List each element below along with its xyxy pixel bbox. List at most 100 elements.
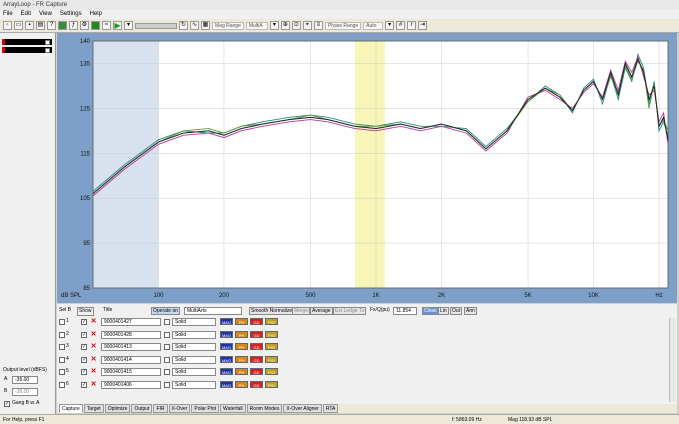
average-button[interactable]: Average [310, 307, 333, 315]
row-chip-pig[interactable]: PIG [265, 380, 278, 388]
row-title-field[interactable]: 9000401427 [101, 318, 161, 326]
row-chip-ph[interactable]: PH [235, 343, 248, 350]
row-chip-gd[interactable]: GD [250, 330, 263, 338]
chevron-down-icon[interactable]: ▾ [385, 21, 395, 30]
save-icon[interactable]: ▪ [25, 21, 34, 30]
output-a-field[interactable]: -36.00 [12, 376, 38, 384]
tab-x-over[interactable]: X-Over [168, 404, 191, 413]
show-label[interactable]: Show [77, 307, 94, 316]
tab-polar-plot[interactable]: Polar Plot [191, 404, 220, 413]
ann-button[interactable]: Ann [464, 307, 477, 315]
menu-view[interactable]: View [39, 10, 52, 19]
row-chip-mag[interactable]: MAG [220, 343, 233, 350]
output-b-field[interactable]: -36.00 [12, 388, 38, 396]
row-line-style-select[interactable]: Solid [172, 318, 216, 326]
tab-waterfall[interactable]: Waterfall [220, 404, 246, 413]
row-chip-mag[interactable]: MAG [220, 368, 233, 375]
marker-icon[interactable]: ⌖ [302, 21, 312, 30]
tab-optimize[interactable]: Optimize [104, 404, 131, 413]
row-show-checkbox[interactable]: ✓ [81, 319, 87, 325]
tab-target[interactable]: Target [83, 404, 104, 413]
row-select-checkbox[interactable] [59, 344, 65, 350]
row-chip-pig[interactable]: PIG [265, 330, 278, 338]
close-button[interactable]: Close [422, 307, 439, 315]
compare-icon[interactable]: ≡ [313, 21, 323, 30]
delete-icon[interactable]: ✕ [90, 343, 97, 350]
operate-on-button[interactable]: Operate on [151, 307, 181, 315]
row-chip-mag[interactable]: MAG [220, 330, 233, 338]
list-scrollbar[interactable] [669, 318, 676, 402]
chart-icon[interactable]: ▦ [201, 21, 210, 30]
delete-icon[interactable]: ✕ [90, 356, 97, 363]
row-chip-ph[interactable]: PH [235, 368, 248, 375]
row-option-checkbox[interactable] [164, 331, 170, 338]
row-chip-ph[interactable]: PH [235, 380, 248, 388]
meter-a-checkbox[interactable] [45, 40, 50, 45]
row-chip-pig[interactable]: PIG [265, 368, 278, 375]
row-chip-ph[interactable]: PH [235, 318, 248, 325]
row-select-checkbox[interactable] [59, 369, 65, 375]
row-option-checkbox[interactable] [164, 356, 170, 363]
chevron-down-icon[interactable]: ▾ [124, 21, 133, 30]
row-chip-mag[interactable]: MAG [220, 355, 233, 363]
menu-help[interactable]: Help [90, 10, 102, 19]
row-select-checkbox[interactable] [59, 381, 65, 388]
row-title-field[interactable]: 9000401414 [101, 355, 161, 364]
row-show-checkbox[interactable]: ✓ [81, 331, 87, 338]
delete-icon[interactable]: ✕ [90, 318, 97, 325]
gear-icon[interactable]: ⚙ [80, 21, 89, 30]
row-option-checkbox[interactable] [164, 344, 170, 350]
delete-icon[interactable]: ✕ [90, 331, 97, 338]
menu-edit[interactable]: Edit [21, 10, 31, 19]
row-option-checkbox[interactable] [164, 369, 170, 375]
row-chip-mag[interactable]: MAG [220, 380, 233, 388]
row-title-field[interactable]: 9000401415 [101, 368, 161, 376]
export-icon[interactable]: ⇥ [418, 21, 428, 30]
fx-value-field[interactable]: 11.854 [393, 307, 417, 315]
row-show-checkbox[interactable]: ✓ [81, 356, 87, 363]
out-button[interactable]: Out [450, 307, 463, 315]
row-title-field[interactable]: 9000401406 [101, 380, 161, 389]
crosshair-icon[interactable]: ⊕ [280, 21, 290, 30]
multi-arts-select[interactable]: MultiArts [184, 307, 242, 315]
phase-range-select[interactable]: Auto [363, 21, 384, 30]
loop-icon[interactable]: ↻ [179, 21, 188, 30]
row-option-checkbox[interactable] [164, 319, 170, 325]
menu-settings[interactable]: Settings [60, 10, 82, 19]
tab-rta[interactable]: RTA [322, 404, 339, 413]
delete-icon[interactable]: ✕ [90, 368, 97, 375]
row-chip-gd[interactable]: GD [250, 368, 263, 375]
row-select-checkbox[interactable] [59, 331, 65, 338]
row-option-checkbox[interactable] [164, 381, 170, 388]
level-slider[interactable] [135, 22, 177, 29]
tab-fir[interactable]: FIR [153, 404, 168, 413]
tab-output[interactable]: Output [131, 404, 153, 413]
delete-icon[interactable]: ✕ [90, 381, 97, 388]
rtc-icon[interactable]: r [407, 21, 417, 30]
row-chip-gd[interactable]: GD [250, 343, 263, 350]
tab-x-over-aligner[interactable]: X-Over Aligner [283, 404, 322, 413]
filter-icon[interactable]: ƒ [69, 21, 78, 30]
row-select-checkbox[interactable] [59, 356, 65, 363]
play-icon[interactable]: ▶ [113, 21, 122, 30]
menu-file[interactable]: File [3, 10, 13, 19]
row-chip-ph[interactable]: PH [235, 330, 248, 338]
smooth-normalize-button[interactable]: Smooth Normalize [249, 307, 295, 315]
new-file-icon[interactable]: ▫ [3, 21, 12, 30]
capture-icon[interactable] [58, 21, 67, 30]
row-line-style-select[interactable]: Solid [172, 380, 216, 389]
row-chip-mag[interactable]: MAG [220, 318, 233, 325]
grid-icon[interactable]: # [396, 21, 406, 30]
row-chip-gd[interactable]: GD [250, 318, 263, 325]
tab-capture[interactable]: Capture [59, 404, 83, 413]
merge-button[interactable]: Merge [292, 307, 311, 315]
row-chip-gd[interactable]: GD [250, 380, 263, 388]
row-line-style-select[interactable]: Solid [172, 330, 216, 339]
frequency-response-plot[interactable]: 85 95 105 115 125 135 140 100 200 500 1K 2K 5K 10K Hz d… [57, 33, 677, 303]
help-icon[interactable]: ? [47, 21, 56, 30]
fft-icon[interactable]: ≈ [102, 21, 111, 30]
row-title-field[interactable]: 9000401428 [101, 330, 161, 339]
row-line-style-select[interactable]: Solid [172, 368, 216, 376]
row-show-checkbox[interactable]: ✓ [81, 381, 87, 388]
row-chip-ph[interactable]: PH [235, 355, 248, 363]
